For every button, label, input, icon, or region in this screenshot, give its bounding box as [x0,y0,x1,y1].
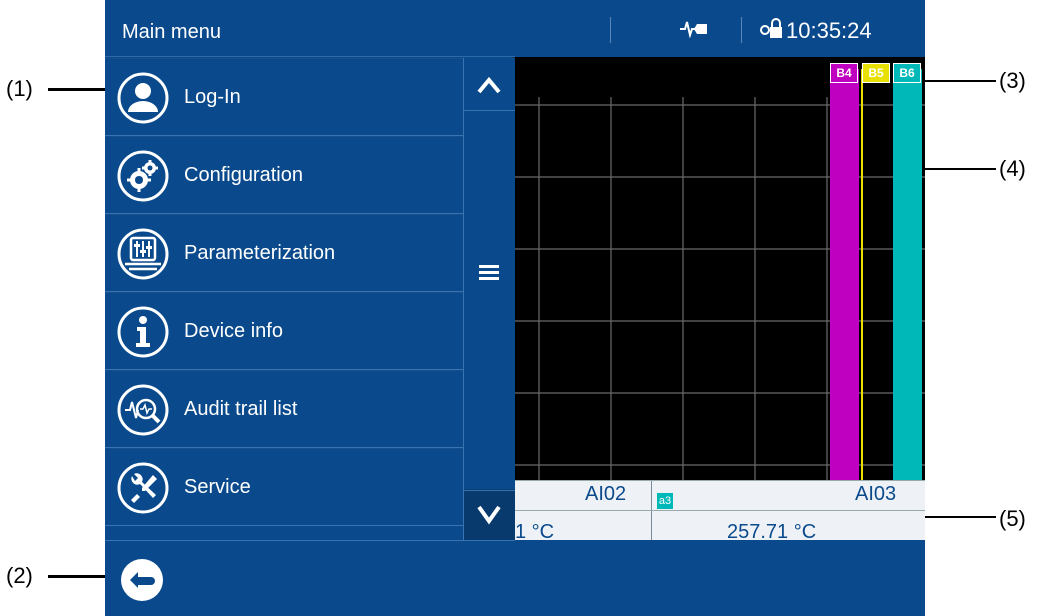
menu-scrollbar[interactable] [463,58,515,541]
main-menu-panel: Main menu Log-In Configuration Parameter… [105,0,515,616]
value-separator [651,511,652,540]
menu-item-configuration[interactable]: Configuration [105,136,463,214]
info-icon [117,306,169,358]
channel-label-left: AI02 [585,483,627,505]
status-separator [610,17,611,43]
chevron-down-icon [477,505,501,525]
callout-2: (2) [6,563,33,588]
chart-view: 10:35:24 B4 B5 B6 AI02 a3 AI03 1 °C 257.… [515,0,925,616]
channel-label-row: AI02 a3 AI03 [515,480,925,511]
tools-icon [117,462,169,514]
menu-item-label: Audit trail list [184,398,298,420]
channel-line-yellow [861,69,863,480]
menu-title: Main menu [122,21,221,43]
signal-icon [680,20,710,43]
lock-icon [759,18,783,45]
channel-value-row: 1 °C 257.71 °C [515,510,925,540]
clock-time: 10:35:24 [786,18,872,43]
channel-badge: a3 [657,493,673,509]
channel-tag: B5 [862,63,890,83]
menu-item-device-info[interactable]: Device info [105,292,463,370]
menu-header: Main menu [105,0,515,57]
gears-icon [117,150,169,202]
channel-tag: B4 [830,63,858,83]
menu-list: Log-In Configuration Parameterization De… [105,58,463,540]
scroll-down-button[interactable] [464,490,515,540]
menu-item-label: Configuration [184,164,303,186]
channel-value-right: 257.71 °C [727,521,817,540]
sliders-icon [117,228,169,280]
status-separator [741,17,742,43]
status-bar: 10:35:24 [515,0,925,57]
scroll-up-button[interactable] [464,58,515,110]
callout-4: (4) [999,156,1026,181]
menu-handle-icon [477,261,501,288]
callout-3: (3) [999,68,1026,93]
callout-1-line [48,88,110,91]
scroll-track[interactable] [464,110,515,541]
channel-bar-magenta [830,69,859,480]
callout-1: (1) [6,76,33,101]
device-screen: 10:35:24 B4 B5 B6 AI02 a3 AI03 1 °C 257.… [105,0,925,616]
plot-grid [515,97,925,480]
channel-tag: B6 [893,63,921,83]
back-arrow-icon [121,559,163,601]
channel-value-left: 1 °C [515,521,555,540]
value-separator [651,481,652,511]
menu-item-log-in[interactable]: Log-In [105,58,463,136]
channel-label-right: AI03 [855,483,897,505]
audit-trail-icon [117,384,169,436]
menu-item-audit-trail-list[interactable]: Audit trail list [105,370,463,448]
menu-item-label: Log-In [184,86,241,108]
channel-bar-cyan [893,69,922,480]
menu-item-service[interactable]: Service [105,448,463,526]
menu-item-parameterization[interactable]: Parameterization [105,214,463,292]
chart-footer [515,540,925,616]
menu-footer [105,540,515,616]
user-icon [117,72,169,124]
menu-item-label: Parameterization [184,242,336,264]
chevron-up-icon [477,76,501,94]
menu-item-label: Service [184,476,251,498]
trend-plot: B4 B5 B6 [515,57,925,480]
callout-5: (5) [999,506,1026,531]
menu-item-label: Device info [184,320,283,342]
back-button[interactable] [120,558,164,602]
